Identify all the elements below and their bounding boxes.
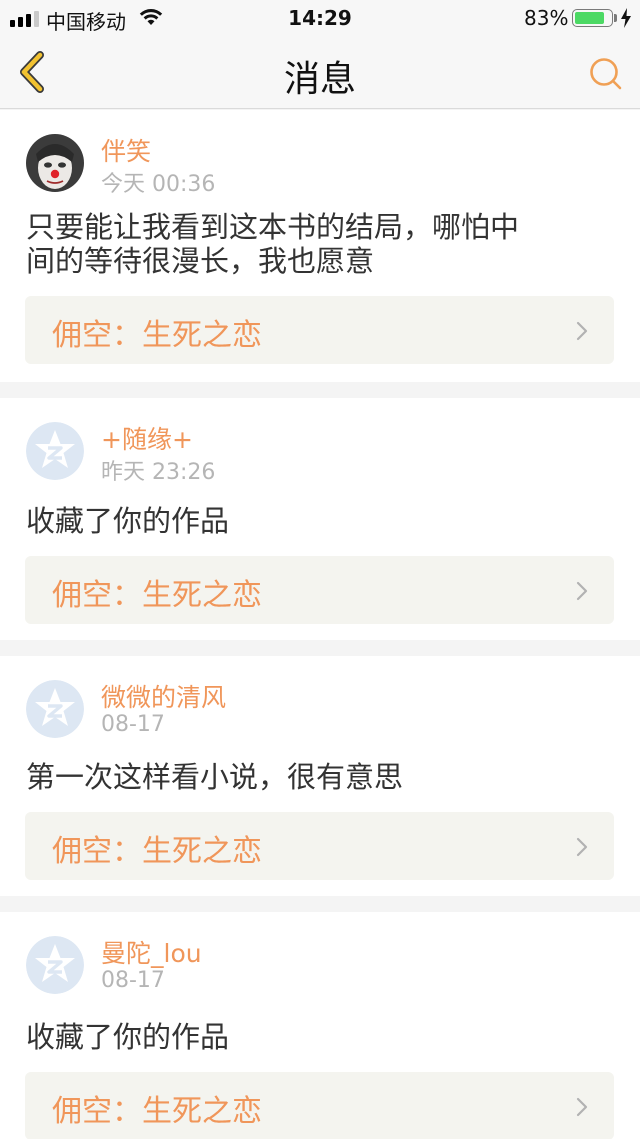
chevron-right-icon bbox=[576, 837, 588, 857]
default-avatar-icon bbox=[26, 936, 84, 994]
username[interactable]: 曼陀_lou bbox=[101, 934, 202, 970]
work-link[interactable]: 佣空：生死之恋 bbox=[25, 1072, 614, 1139]
chevron-right-icon bbox=[576, 581, 588, 601]
message-card: 曼陀_lou 08-17 收藏了你的作品 佣空：生死之恋 bbox=[0, 912, 640, 1139]
message-content: 第一次这样看小说，很有意思 bbox=[26, 760, 616, 794]
default-avatar-icon bbox=[26, 680, 84, 738]
default-avatar-icon bbox=[26, 422, 84, 480]
message-card: +随缘+ 昨天 23:26 收藏了你的作品 佣空：生死之恋 bbox=[0, 398, 640, 640]
timestamp: 08-17 bbox=[101, 968, 165, 993]
battery-tip bbox=[614, 14, 617, 22]
username[interactable]: +随缘+ bbox=[101, 420, 193, 456]
work-title: 佣空：生死之恋 bbox=[52, 578, 262, 613]
chevron-right-icon bbox=[576, 1097, 588, 1117]
avatar[interactable] bbox=[26, 680, 84, 738]
chevron-right-icon bbox=[576, 321, 588, 341]
content-line: 第一次这样看小说，很有意思 bbox=[26, 760, 404, 794]
message-card: 微微的清风 08-17 第一次这样看小说，很有意思 佣空：生死之恋 bbox=[0, 656, 640, 896]
search-icon[interactable] bbox=[588, 56, 624, 92]
battery-percentage: 83% bbox=[524, 6, 569, 30]
username[interactable]: 伴笑 bbox=[101, 132, 151, 168]
message-content: 只要能让我看到这本书的结局，哪怕中 间的等待很漫长，我也愿意 bbox=[26, 210, 616, 278]
work-title: 佣空：生死之恋 bbox=[52, 834, 262, 869]
message-content: 收藏了你的作品 bbox=[26, 504, 616, 538]
content-line: 收藏了你的作品 bbox=[26, 1020, 230, 1054]
avatar[interactable] bbox=[26, 134, 84, 192]
status-bar: 中国移动 14:29 83% bbox=[0, 0, 640, 36]
timestamp: 08-17 bbox=[101, 712, 165, 737]
timestamp: 昨天 23:26 bbox=[101, 460, 216, 485]
work-title: 佣空：生死之恋 bbox=[52, 1094, 262, 1129]
charging-bolt-icon bbox=[621, 8, 631, 28]
content-line: 间的等待很漫长，我也愿意 bbox=[26, 244, 375, 278]
avatar[interactable] bbox=[26, 936, 84, 994]
avatar[interactable] bbox=[26, 422, 84, 480]
username[interactable]: 微微的清风 bbox=[101, 678, 226, 714]
content-line: 只要能让我看到这本书的结局，哪怕中 bbox=[26, 210, 520, 244]
page-title: 消息 bbox=[283, 59, 356, 100]
battery-icon bbox=[572, 9, 613, 27]
timestamp: 今天 00:36 bbox=[101, 172, 216, 197]
navigation-bar: 消息 bbox=[0, 36, 640, 109]
work-link[interactable]: 佣空：生死之恋 bbox=[25, 812, 614, 880]
work-title: 佣空：生死之恋 bbox=[52, 318, 262, 353]
work-link[interactable]: 佣空：生死之恋 bbox=[25, 296, 614, 364]
message-card: 伴笑 今天 00:36 只要能让我看到这本书的结局，哪怕中 间的等待很漫长，我也… bbox=[0, 110, 640, 382]
clown-photo-avatar bbox=[26, 134, 84, 192]
battery-level-fill bbox=[575, 12, 605, 24]
content-line: 收藏了你的作品 bbox=[26, 504, 230, 538]
work-link[interactable]: 佣空：生死之恋 bbox=[25, 556, 614, 624]
message-content: 收藏了你的作品 bbox=[26, 1020, 616, 1054]
